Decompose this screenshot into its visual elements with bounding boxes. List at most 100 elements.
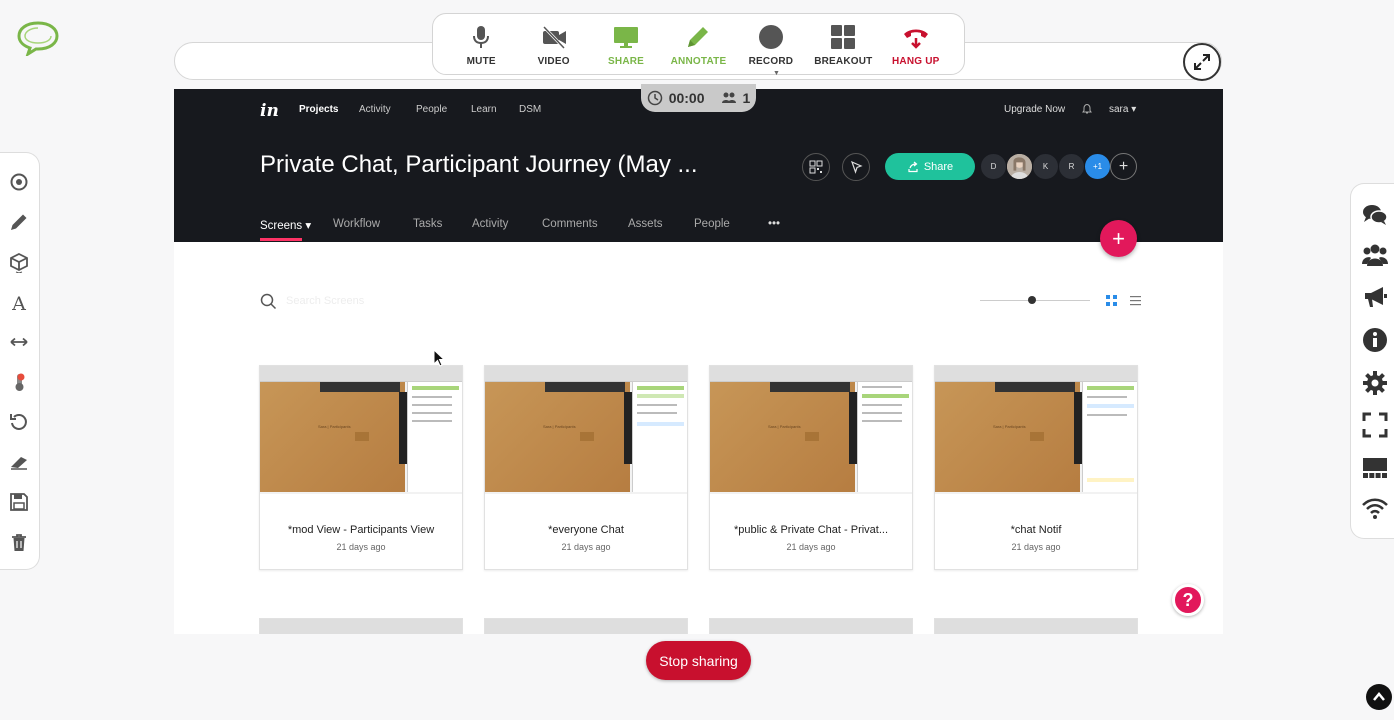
record-circle-icon bbox=[758, 25, 783, 49]
share-button-label: Share bbox=[923, 160, 954, 173]
screen-card[interactable]: Sara | Participants *chat Notif 21 days … bbox=[934, 365, 1138, 570]
tab-comments[interactable]: Comments bbox=[542, 218, 598, 230]
floppy-disk-icon bbox=[10, 493, 28, 511]
text-tool[interactable]: A bbox=[8, 292, 30, 314]
add-screen-button[interactable]: + bbox=[1100, 220, 1137, 257]
screen-card-partial[interactable] bbox=[484, 618, 688, 634]
target-pointer-icon bbox=[10, 173, 28, 191]
tab-screens[interactable]: Screens ▾ bbox=[260, 218, 311, 232]
search-screens-placeholder[interactable]: Search Screens bbox=[286, 295, 364, 307]
stop-sharing-button[interactable]: Stop sharing bbox=[646, 641, 751, 680]
user-menu[interactable]: sara ▾ bbox=[1109, 104, 1136, 115]
project-title: Private Chat, Participant Journey (May .… bbox=[260, 151, 698, 178]
avatar-photo[interactable] bbox=[1006, 153, 1033, 180]
clear-tool[interactable] bbox=[8, 532, 30, 554]
nav-people[interactable]: People bbox=[416, 104, 447, 115]
hang-up-button[interactable]: HANG UP bbox=[880, 14, 952, 74]
grid-view-icon[interactable] bbox=[1106, 295, 1117, 306]
annotate-button[interactable]: ANNOTATE bbox=[662, 14, 734, 74]
screen-card[interactable]: Sara | Participants *public & Private Ch… bbox=[709, 365, 913, 570]
eraser-icon bbox=[11, 457, 27, 470]
connection-button[interactable] bbox=[1361, 495, 1389, 523]
screen-name: *everyone Chat bbox=[548, 524, 624, 536]
shape-tool[interactable] bbox=[8, 252, 30, 274]
tab-tasks[interactable]: Tasks bbox=[413, 218, 442, 230]
chevron-up-icon bbox=[1373, 692, 1385, 701]
avatar-k[interactable]: K bbox=[1032, 153, 1059, 180]
scroll-up-button[interactable] bbox=[1366, 684, 1392, 710]
invision-logo[interactable]: in bbox=[260, 101, 279, 121]
undo-tool[interactable] bbox=[8, 411, 30, 433]
nav-dsm[interactable]: DSM bbox=[519, 104, 541, 115]
list-view-icon[interactable] bbox=[1130, 295, 1141, 306]
zoom-slider-thumb[interactable] bbox=[1028, 296, 1036, 304]
tab-workflow[interactable]: Workflow bbox=[333, 218, 380, 230]
timer-value: 00:00 bbox=[668, 90, 705, 106]
tab-activity[interactable]: Activity bbox=[472, 218, 508, 230]
invision-share-button[interactable]: Share bbox=[885, 153, 975, 180]
screen-card[interactable]: Sara | Participants *mod View - Particip… bbox=[259, 365, 463, 570]
record-dropdown-caret-icon[interactable]: ▼ bbox=[773, 70, 780, 77]
screen-thumbnail: Sara | Participants bbox=[935, 366, 1137, 494]
hang-up-label: HANG UP bbox=[891, 56, 940, 67]
avatar-d[interactable]: D bbox=[980, 153, 1007, 180]
person-photo-icon bbox=[1007, 154, 1032, 179]
screen-thumbnail: Sara | Participants bbox=[260, 366, 462, 494]
share-screen-button[interactable]: SHARE bbox=[590, 14, 662, 74]
phone-hangup-icon bbox=[903, 29, 928, 49]
chat-button[interactable] bbox=[1361, 201, 1389, 229]
mute-label: MUTE bbox=[466, 56, 496, 67]
qr-code-button[interactable] bbox=[802, 153, 830, 181]
pen-tool[interactable] bbox=[8, 211, 30, 233]
fullscreen-button[interactable] bbox=[1361, 411, 1389, 439]
screen-card-partial[interactable] bbox=[709, 618, 913, 634]
nav-projects[interactable]: Projects bbox=[299, 104, 338, 115]
avatar-more[interactable]: +1 bbox=[1084, 153, 1111, 180]
participant-count: 1 bbox=[742, 90, 751, 106]
eraser-tool[interactable] bbox=[8, 451, 30, 473]
qr-code-icon bbox=[809, 160, 823, 174]
nav-activity[interactable]: Activity bbox=[359, 104, 391, 115]
layout-button[interactable] bbox=[1361, 454, 1389, 482]
tab-assets[interactable]: Assets bbox=[628, 218, 663, 230]
screen-name: *mod View - Participants View bbox=[287, 524, 435, 536]
tab-people[interactable]: People bbox=[694, 218, 730, 230]
users-group-icon bbox=[1362, 244, 1388, 266]
nav-learn[interactable]: Learn bbox=[471, 104, 497, 115]
settings-button[interactable] bbox=[1361, 369, 1389, 397]
broadcast-button[interactable] bbox=[1361, 283, 1389, 311]
video-off-icon bbox=[542, 25, 566, 50]
chat-bubble-logo-icon bbox=[17, 21, 59, 56]
screen-card-partial[interactable] bbox=[934, 618, 1138, 634]
info-button[interactable] bbox=[1361, 326, 1389, 354]
save-tool[interactable] bbox=[8, 491, 30, 513]
add-member-button[interactable]: + bbox=[1110, 153, 1137, 180]
line-tool[interactable] bbox=[8, 331, 30, 353]
color-tool[interactable] bbox=[8, 371, 30, 393]
avatar-r[interactable]: R bbox=[1058, 153, 1085, 180]
bell-icon[interactable] bbox=[1081, 103, 1093, 115]
participants-button[interactable] bbox=[1361, 241, 1389, 269]
help-button[interactable]: ? bbox=[1172, 584, 1204, 616]
fullscreen-expand-button[interactable] bbox=[1183, 43, 1221, 81]
clock-icon bbox=[647, 90, 662, 106]
gear-icon bbox=[1363, 371, 1387, 395]
double-arrow-icon bbox=[10, 337, 28, 347]
annotation-toolbar: A bbox=[0, 152, 40, 570]
pointer-tool[interactable] bbox=[8, 171, 30, 193]
right-sidebar bbox=[1350, 183, 1394, 539]
screen-card[interactable]: Sara | Participants *everyone Chat 21 da… bbox=[484, 365, 688, 570]
video-button[interactable]: VIDEO bbox=[517, 14, 589, 74]
mute-button[interactable]: MUTE bbox=[445, 14, 517, 74]
screen-name: *public & Private Chat - Privat... bbox=[733, 524, 889, 536]
svg-text:A: A bbox=[11, 293, 26, 313]
screen-card-partial[interactable] bbox=[259, 618, 463, 634]
record-button[interactable]: RECORD bbox=[735, 14, 807, 74]
upgrade-now-link[interactable]: Upgrade Now bbox=[1004, 104, 1065, 115]
breakout-button[interactable]: BREAKOUT bbox=[807, 14, 879, 74]
more-options-icon[interactable]: ••• bbox=[768, 218, 780, 230]
participants-icon bbox=[721, 92, 736, 103]
search-icon[interactable] bbox=[260, 293, 277, 310]
inspect-button[interactable] bbox=[842, 153, 870, 181]
screen-thumbnail: Sara | Participants bbox=[710, 366, 912, 494]
